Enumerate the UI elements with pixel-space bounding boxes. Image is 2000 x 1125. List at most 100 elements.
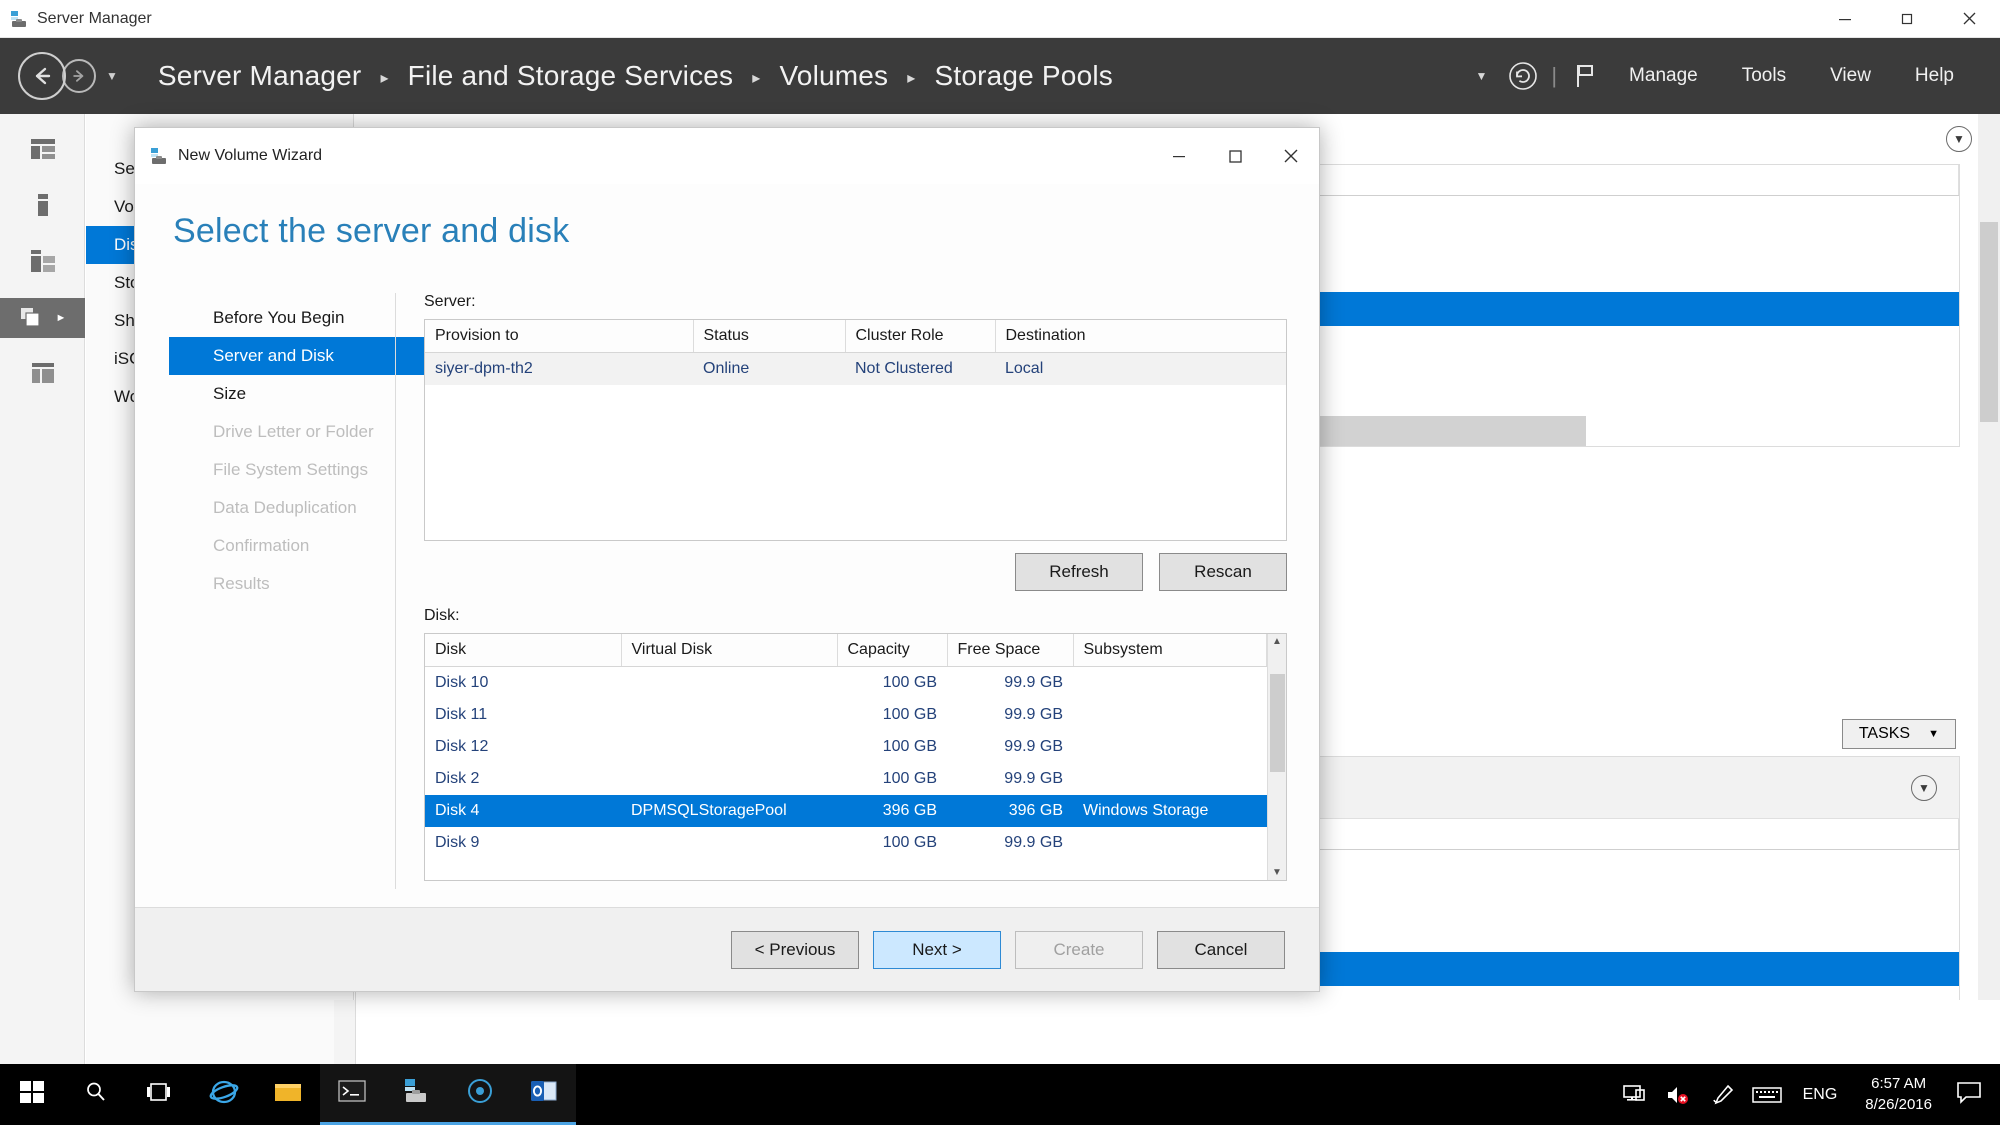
- cell-capacity: 100 GB: [882, 834, 937, 851]
- cell-capacity: 100 GB: [882, 738, 937, 755]
- back-button[interactable]: [18, 52, 66, 100]
- table-row[interactable]: Disk 10 100 GB 99.9 GB: [425, 667, 1267, 700]
- history-dropdown-caret-icon[interactable]: ▼: [106, 69, 118, 83]
- network-icon[interactable]: [1613, 1064, 1657, 1125]
- task-view-button[interactable]: [128, 1064, 192, 1125]
- taskbar-app-backup[interactable]: [448, 1064, 512, 1125]
- pen-input-icon[interactable]: [1701, 1064, 1745, 1125]
- menu-tools[interactable]: Tools: [1720, 65, 1808, 87]
- chevron-down-icon[interactable]: ▼: [1272, 867, 1282, 878]
- table-row[interactable]: Disk 12 100 GB 99.9 GB: [425, 731, 1267, 763]
- start-button[interactable]: [0, 1064, 64, 1125]
- taskbar-app-file-explorer[interactable]: [256, 1064, 320, 1125]
- wizard-close-button[interactable]: [1263, 137, 1319, 175]
- cell-virtual-disk: [621, 699, 837, 731]
- column-virtual-disk[interactable]: Virtual Disk: [621, 634, 838, 667]
- cell-subsystem: Windows Storage: [1073, 795, 1267, 827]
- wizard-minimize-button[interactable]: [1151, 137, 1207, 175]
- column-destination[interactable]: Destination: [995, 320, 1286, 353]
- wizard-step-before-you-begin[interactable]: Before You Begin: [191, 299, 395, 337]
- content-vertical-scrollbar[interactable]: [1978, 114, 2000, 1064]
- breadcrumb-item-file-and-storage-services[interactable]: File and Storage Services: [408, 60, 734, 91]
- refresh-button[interactable]: Refresh: [1015, 553, 1143, 591]
- rail-item-all-servers[interactable]: [0, 242, 85, 282]
- rail-item-local-server[interactable]: [0, 186, 85, 226]
- table-header-row: Provision to Status Cluster Role Destina…: [425, 320, 1286, 353]
- server-manager-titlebar: Server Manager: [0, 0, 2000, 38]
- action-center-button[interactable]: [1946, 1064, 1992, 1125]
- taskbar-app-server-manager[interactable]: [384, 1064, 448, 1125]
- taskbar-search-button[interactable]: [64, 1064, 128, 1125]
- table-row[interactable]: Disk 2 100 GB 99.9 GB: [425, 763, 1267, 795]
- table-row[interactable]: Disk 11 100 GB 99.9 GB: [425, 699, 1267, 731]
- taskbar-app-command-prompt[interactable]: [320, 1064, 384, 1125]
- collapse-virtual-disks-icon[interactable]: ▼: [1911, 774, 1937, 801]
- breadcrumb-item-storage-pools[interactable]: Storage Pools: [934, 60, 1113, 91]
- wizard-step-confirmation: Confirmation: [213, 536, 310, 555]
- column-provision-to[interactable]: Provision to: [425, 320, 694, 353]
- refresh-icon[interactable]: [1501, 54, 1545, 98]
- breadcrumb-overflow-caret-icon[interactable]: ▼: [1475, 69, 1487, 83]
- input-language[interactable]: ENG: [1789, 1086, 1852, 1104]
- breadcrumb-item-volumes[interactable]: Volumes: [779, 60, 888, 91]
- forward-button[interactable]: [62, 59, 96, 93]
- minimize-button[interactable]: [1814, 0, 1876, 38]
- scrollbar-thumb[interactable]: [1980, 222, 1998, 422]
- menu-manage[interactable]: Manage: [1607, 65, 1720, 87]
- tasks-button[interactable]: TASKS ▼: [1841, 719, 1956, 749]
- cell-provision-to: siyer-dpm-th2: [425, 352, 693, 385]
- menu-view[interactable]: View: [1808, 65, 1893, 87]
- scrollbar-thumb[interactable]: [1269, 674, 1285, 772]
- next-button[interactable]: Next >: [873, 930, 1001, 969]
- wizard-maximize-button[interactable]: [1207, 137, 1263, 175]
- volume-muted-icon[interactable]: [1657, 1064, 1701, 1125]
- menu-help[interactable]: Help: [1893, 65, 1976, 87]
- breadcrumb-separator-icon: ▸: [752, 69, 761, 87]
- wizard-title: New Volume Wizard: [178, 147, 323, 164]
- chevron-up-icon[interactable]: ▲: [1272, 636, 1282, 647]
- table-row[interactable]: siyer-dpm-th2 Online Not Clustered Local: [425, 352, 1286, 385]
- taskbar-app-outlook[interactable]: [512, 1064, 576, 1125]
- wizard-step-data-deduplication: Data Deduplication: [213, 498, 357, 517]
- rail-item-file-and-storage-services[interactable]: ►: [0, 298, 85, 338]
- breadcrumb-separator-icon: ▸: [380, 69, 389, 87]
- cancel-button[interactable]: Cancel: [1157, 930, 1285, 969]
- cell-disk: Disk 2: [435, 770, 480, 787]
- clock[interactable]: 6:57 AM 8/26/2016: [1851, 1074, 1946, 1115]
- nav-bottom-strip: [334, 1000, 356, 1064]
- rescan-button[interactable]: Rescan: [1159, 553, 1287, 591]
- close-button[interactable]: [1938, 0, 2000, 38]
- cell-capacity: 100 GB: [882, 770, 937, 787]
- all-servers-icon: [29, 249, 57, 275]
- cell-disk: Disk 11: [435, 706, 488, 723]
- column-disk[interactable]: Disk: [425, 634, 622, 667]
- server-actions: Refresh Rescan: [424, 553, 1287, 591]
- column-s[interactable]: S: [1256, 165, 1959, 196]
- table-row[interactable]: Disk 9 100 GB 99.9 GB: [425, 827, 1267, 859]
- clock-time: 6:57 AM: [1871, 1075, 1927, 1093]
- wizard-step-size[interactable]: Size: [191, 375, 395, 413]
- server-table: Provision to Status Cluster Role Destina…: [425, 320, 1286, 385]
- restore-button[interactable]: [1876, 0, 1938, 38]
- create-button: Create: [1015, 930, 1143, 969]
- previous-button[interactable]: < Previous: [731, 930, 859, 969]
- disk-table-container: Disk Virtual Disk Capacity Free Space Su…: [425, 634, 1267, 880]
- touch-keyboard-icon[interactable]: [1745, 1064, 1789, 1125]
- collapse-storage-pools-icon[interactable]: ▼: [1946, 126, 1972, 152]
- column-status[interactable]: Status: [693, 320, 846, 353]
- cell-disk: Disk 12: [435, 738, 489, 755]
- rail-item-other-roles[interactable]: [0, 354, 85, 394]
- column-subsystem[interactable]: Subsystem: [1073, 634, 1267, 667]
- cell-subsystem: [1073, 763, 1267, 795]
- notifications-flag-icon[interactable]: [1563, 54, 1607, 98]
- rail-item-dashboard[interactable]: [0, 130, 85, 170]
- column-capacity[interactable]: Capacity: [837, 634, 948, 667]
- table-row[interactable]: Disk 4 DPMSQLStoragePool 396 GB 396 GB W…: [425, 795, 1267, 827]
- column-cluster-role[interactable]: Cluster Role: [845, 320, 996, 353]
- column-chassis[interactable]: Cha: [1276, 819, 1959, 850]
- taskbar-app-internet-explorer[interactable]: [192, 1064, 256, 1125]
- cell-virtual-disk: [621, 731, 837, 763]
- disk-list-vertical-scrollbar[interactable]: ▲ ▼: [1267, 634, 1286, 880]
- column-free-space[interactable]: Free Space: [947, 634, 1074, 667]
- breadcrumb-item-server-manager[interactable]: Server Manager: [158, 60, 362, 91]
